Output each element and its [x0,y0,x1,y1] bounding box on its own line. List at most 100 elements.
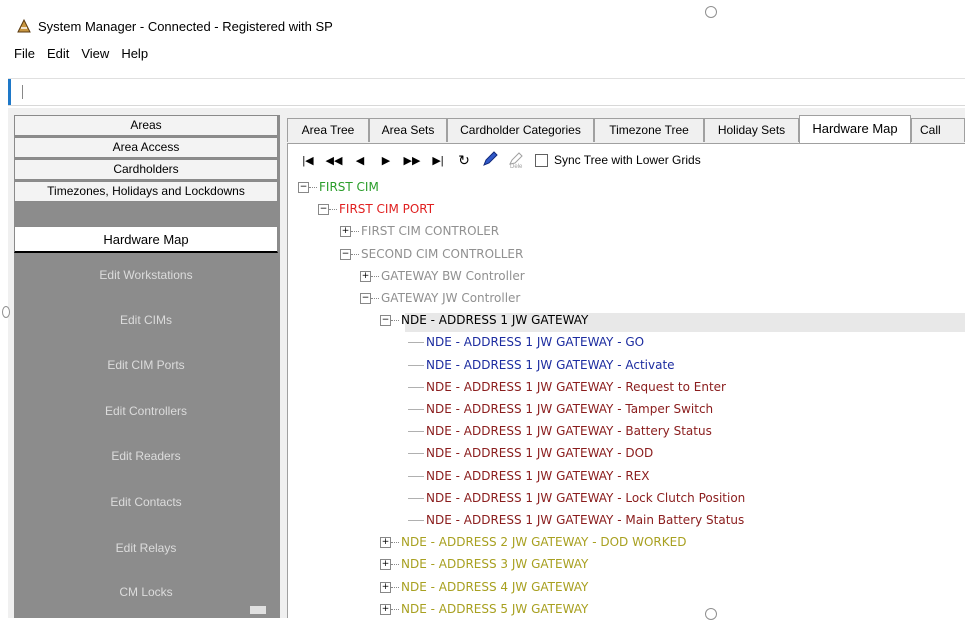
tree-node[interactable]: NDE - ADDRESS 1 JW GATEWAY - Tamper Swit… [408,400,713,418]
tree-node[interactable]: − FIRST CIM PORT [318,200,434,218]
tree-node[interactable]: − FIRST CIM [298,178,379,196]
tree-node-label[interactable]: FIRST CIM PORT [339,202,434,216]
resize-handle-left[interactable] [2,306,10,318]
first-icon[interactable]: |◀ [295,154,321,167]
refresh-icon[interactable]: ↻ [451,152,477,169]
subnav-edit-cims[interactable]: Edit CIMs [14,313,278,327]
subnav-cm-locks[interactable]: CM Locks [14,585,278,599]
toolbar-grip[interactable] [22,85,23,99]
tree-node-label[interactable]: SECOND CIM CONTROLLER [361,247,523,261]
tree-node-label[interactable]: NDE - ADDRESS 1 JW GATEWAY - Activate [426,358,675,372]
tree-connector [351,231,359,233]
menu-file[interactable]: File [14,46,35,61]
nav-area-access[interactable]: Area Access [14,137,278,158]
tree-node-label[interactable]: NDE - ADDRESS 3 JW GATEWAY [401,557,588,571]
tree-node-label[interactable]: NDE - ADDRESS 1 JW GATEWAY [401,313,588,327]
sync-tree-label: Sync Tree with Lower Grids [554,153,701,167]
collapse-icon[interactable]: − [318,204,329,216]
tree-node-label[interactable]: FIRST CIM CONTROLER [361,224,499,238]
tab-strip: Area Tree Area Sets Cardholder Categorie… [287,115,965,145]
tree-node-label[interactable]: NDE - ADDRESS 1 JW GATEWAY - Tamper Swit… [426,402,713,416]
tab-hardware-map[interactable]: Hardware Map [799,115,911,143]
menu-edit[interactable]: Edit [47,46,69,61]
tree-node[interactable]: − GATEWAY JW Controller [360,289,520,307]
expand-icon[interactable]: + [380,559,391,571]
tree-node-label[interactable]: NDE - ADDRESS 5 JW GATEWAY [401,602,588,616]
tree-node[interactable]: − SECOND CIM CONTROLLER [340,245,523,263]
last-icon[interactable]: ▶| [425,154,451,167]
nav-hardware-map[interactable]: Hardware Map [14,226,278,253]
sidebar-scroll-thumb[interactable] [250,606,266,614]
tree-node[interactable]: + NDE - ADDRESS 5 JW GATEWAY [380,600,588,618]
nav-areas[interactable]: Areas [14,115,278,136]
subnav-edit-workstations[interactable]: Edit Workstations [14,268,278,282]
nav-timezones-holidays-lockdowns[interactable]: Timezones, Holidays and Lockdowns [14,181,278,202]
tree-node-label[interactable]: NDE - ADDRESS 4 JW GATEWAY [401,580,588,594]
sync-tree-checkbox[interactable] [535,153,548,167]
tab-holiday-sets[interactable]: Holiday Sets [704,118,799,142]
resize-handle-top[interactable] [705,6,717,18]
tree-node-label[interactable]: NDE - ADDRESS 1 JW GATEWAY - GO [426,335,644,349]
expand-icon[interactable]: + [360,270,371,282]
previous-icon[interactable]: ◀ [347,154,373,167]
subnav-edit-relays[interactable]: Edit Relays [14,541,278,555]
expand-icon[interactable]: + [380,537,391,549]
tree-node-label[interactable]: NDE - ADDRESS 2 JW GATEWAY - DOD WORKED [401,535,686,549]
tab-area-tree[interactable]: Area Tree [287,118,369,142]
delete-icon[interactable]: Dele [503,151,529,170]
subnav-edit-readers[interactable]: Edit Readers [14,449,278,463]
menu-bar: File Edit View Help [8,42,965,64]
tab-area-sets[interactable]: Area Sets [369,118,447,142]
expand-icon[interactable]: + [340,226,351,238]
tree-node-label[interactable]: GATEWAY JW Controller [381,291,520,305]
tree-node-label[interactable]: NDE - ADDRESS 1 JW GATEWAY - Battery Sta… [426,424,712,438]
sync-tree-option[interactable]: Sync Tree with Lower Grids [535,153,701,167]
edit-icon[interactable] [477,150,503,170]
tree-node[interactable]: + NDE - ADDRESS 2 JW GATEWAY - DOD WORKED [380,533,686,551]
next-icon[interactable]: ▶ [373,154,399,167]
nav-cardholders[interactable]: Cardholders [14,159,278,180]
tree-node[interactable]: − NDE - ADDRESS 1 JW GATEWAY [380,311,588,329]
subnav-edit-cim-ports[interactable]: Edit CIM Ports [14,358,278,372]
tree-node-label[interactable]: FIRST CIM [319,180,379,194]
tab-cardholder-categories[interactable]: Cardholder Categories [447,118,594,142]
expand-icon[interactable]: + [380,581,391,593]
tree-node[interactable]: + GATEWAY BW Controller [360,267,525,285]
tree-node[interactable]: NDE - ADDRESS 1 JW GATEWAY - Activate [408,356,675,374]
tree-node-label[interactable]: NDE - ADDRESS 1 JW GATEWAY - Lock Clutch… [426,491,745,505]
tree-connector [391,542,399,544]
tree-node-label[interactable]: NDE - ADDRESS 1 JW GATEWAY - REX [426,469,650,483]
subnav-edit-contacts[interactable]: Edit Contacts [14,495,278,509]
expand-icon[interactable]: + [380,603,391,615]
subnav-edit-controllers[interactable]: Edit Controllers [14,404,278,418]
tree-node[interactable]: + NDE - ADDRESS 3 JW GATEWAY [380,555,588,573]
tree-connector [371,298,379,299]
tree-connector [408,386,424,388]
tree-node[interactable]: + NDE - ADDRESS 4 JW GATEWAY [380,578,588,596]
tree-connector [408,431,424,433]
tree-node[interactable]: NDE - ADDRESS 1 JW GATEWAY - GO [408,333,644,351]
tree-node[interactable]: NDE - ADDRESS 1 JW GATEWAY - Request to … [408,378,726,396]
collapse-icon[interactable]: − [360,293,371,304]
previous-page-icon[interactable]: ◀◀ [321,154,347,167]
tree-node[interactable]: + FIRST CIM CONTROLER [340,222,499,240]
next-page-icon[interactable]: ▶▶ [399,154,425,167]
tree-node-label[interactable]: NDE - ADDRESS 1 JW GATEWAY - DOD [426,446,653,460]
tree-node[interactable]: NDE - ADDRESS 1 JW GATEWAY - REX [408,467,650,485]
tree-node[interactable]: NDE - ADDRESS 1 JW GATEWAY - Battery Sta… [408,422,712,440]
collapse-icon[interactable]: − [298,182,309,193]
menu-help[interactable]: Help [121,46,148,61]
tree-node-label[interactable]: NDE - ADDRESS 1 JW GATEWAY - Request to … [426,380,726,394]
collapse-icon[interactable]: − [380,315,391,327]
resize-handle-bottom[interactable] [705,608,717,620]
hardware-tree: − FIRST CIM − FIRST CIM PORT + FIRST CIM CONT… [290,178,965,618]
tree-node-label[interactable]: GATEWAY BW Controller [381,269,525,283]
tree-node[interactable]: NDE - ADDRESS 1 JW GATEWAY - Lock Clutch… [408,489,745,507]
collapse-icon[interactable]: − [340,248,351,260]
tree-node[interactable]: NDE - ADDRESS 1 JW GATEWAY - DOD [408,444,653,462]
tab-timezone-tree[interactable]: Timezone Tree [594,118,704,142]
menu-view[interactable]: View [81,46,109,61]
tree-node-label[interactable]: NDE - ADDRESS 1 JW GATEWAY - Main Batter… [426,513,744,527]
tree-node[interactable]: NDE - ADDRESS 1 JW GATEWAY - Main Batter… [408,511,744,529]
tab-call[interactable]: Call [911,118,965,142]
